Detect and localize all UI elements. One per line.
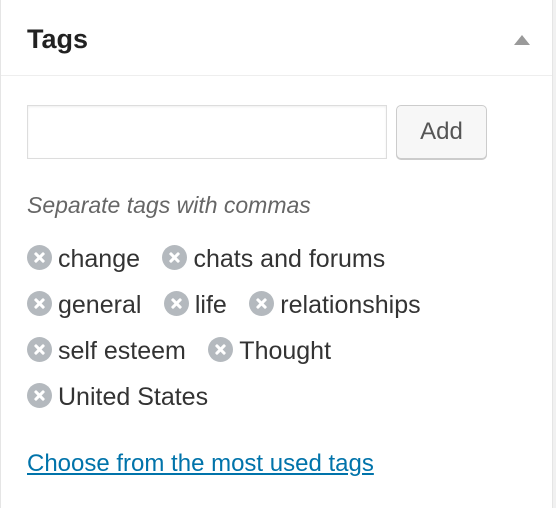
tag-label: change — [58, 244, 141, 273]
tag-item: United States — [27, 382, 208, 412]
tag-row: general life relationships — [27, 290, 439, 320]
tag-label: general — [58, 290, 142, 319]
tag-item: relationships — [249, 290, 421, 320]
remove-circle-x-icon[interactable] — [27, 244, 52, 270]
remove-circle-x-icon[interactable] — [162, 244, 188, 270]
remove-circle-x-icon[interactable] — [27, 290, 52, 316]
remove-circle-x-icon[interactable] — [163, 290, 189, 316]
tag-item: general — [27, 290, 141, 320]
metabox-header: Tags — [1, 0, 552, 76]
tag-label: chats and forums — [193, 244, 386, 273]
add-tag-button[interactable]: Add — [396, 105, 487, 159]
metabox-title: Tags — [27, 24, 89, 54]
remove-circle-x-icon[interactable] — [249, 290, 275, 316]
tag-label: self esteem — [58, 336, 186, 365]
remove-circle-x-icon[interactable] — [27, 382, 52, 408]
tag-item: change — [27, 244, 140, 274]
tag-item: self esteem — [27, 336, 186, 366]
most-used-tags-link[interactable]: Choose from the most used tags — [27, 450, 374, 478]
tags-metabox: Tags Add Separate tags with commas chang… — [0, 0, 553, 508]
tag-row: change chats and forums — [27, 244, 403, 274]
tag-label: life — [194, 290, 227, 319]
tag-label: United States — [58, 382, 209, 411]
tag-row: United States — [27, 382, 226, 412]
tag-label: Thought — [239, 336, 332, 365]
remove-circle-x-icon[interactable] — [27, 336, 52, 362]
tag-item: life — [163, 290, 227, 320]
tag-label: relationships — [280, 290, 421, 319]
new-tag-input[interactable] — [27, 105, 387, 159]
tag-item: Thought — [208, 336, 331, 366]
remove-circle-x-icon[interactable] — [208, 336, 234, 362]
triangle-up-icon[interactable] — [514, 35, 530, 45]
tag-item: chats and forums — [162, 244, 385, 274]
howto-text: Separate tags with commas — [27, 192, 311, 218]
tag-row: self esteem Thought — [27, 336, 349, 366]
